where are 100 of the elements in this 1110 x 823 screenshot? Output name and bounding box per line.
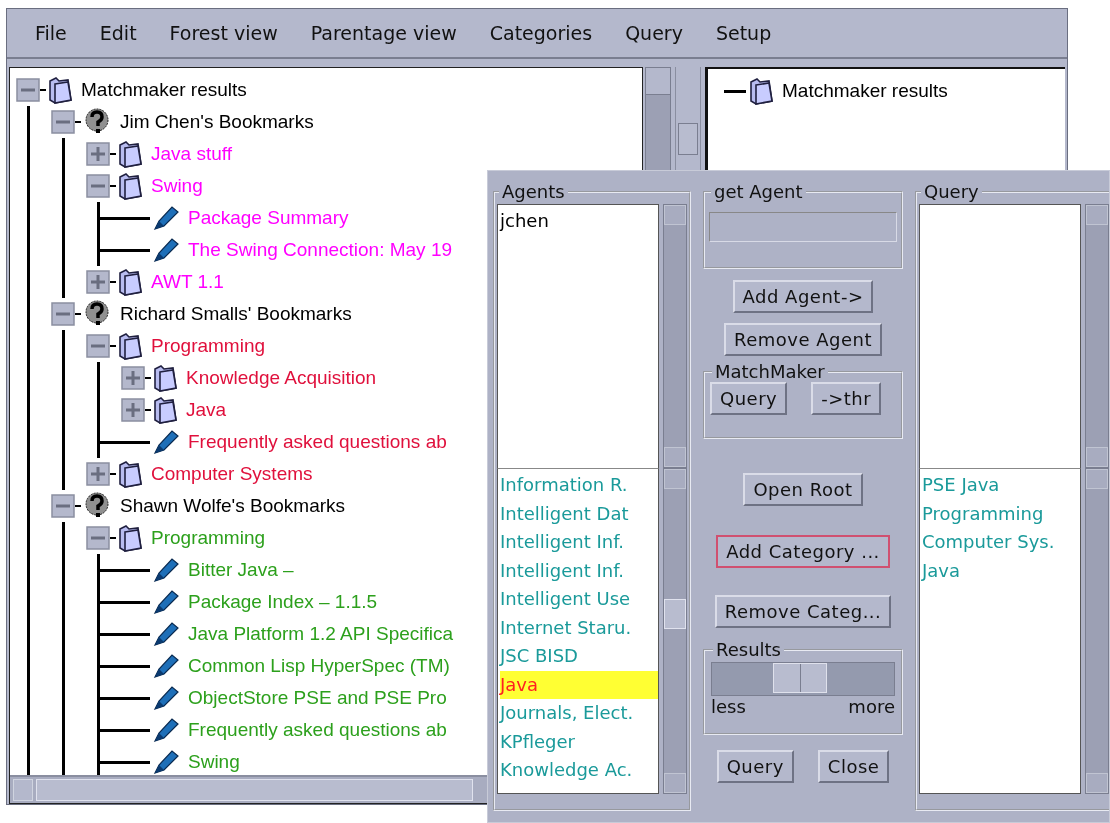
collapse-icon[interactable] (86, 526, 110, 550)
agent-label[interactable]: Jim Chen's Bookmarks (120, 111, 314, 133)
list-item[interactable]: Internet Staru. (500, 613, 658, 642)
menu-item[interactable]: Forest view (161, 22, 295, 44)
bookmark-label[interactable]: Swing (188, 751, 240, 773)
pen-icon (152, 716, 180, 744)
pen-icon (152, 236, 180, 264)
group-title: get Agent (713, 181, 804, 202)
folder-label[interactable]: Programming (151, 527, 266, 549)
menu-item[interactable]: Edit (91, 22, 154, 44)
folder-label[interactable]: AWT 1.1 (151, 271, 224, 293)
pen-icon (152, 588, 180, 616)
list-item[interactable]: KPfleger (500, 727, 658, 756)
list-item[interactable]: Intelligent Dat (500, 499, 658, 528)
query-categories-list[interactable]: PSE Java Programming Computer Sys. Java (919, 468, 1081, 794)
bookmark-label[interactable]: ObjectStore PSE and PSE Pro (188, 687, 447, 709)
folder-label[interactable]: Java (186, 399, 227, 421)
agents-list[interactable]: jchen (497, 204, 659, 468)
expand-icon[interactable] (121, 398, 145, 422)
bookmark-label[interactable]: Package Index – 1.1.5 (188, 591, 378, 613)
vertical-scrollbar[interactable] (1085, 204, 1109, 468)
bookmark-label[interactable]: Bitter Java – (188, 559, 294, 581)
list-item[interactable]: Computer Sys. (922, 528, 1080, 557)
group-title: Query (923, 181, 980, 202)
group-title: Results (715, 639, 782, 660)
pen-icon (152, 748, 180, 775)
collapse-icon[interactable] (51, 494, 75, 518)
folder-icon (117, 268, 143, 296)
bookmark-label[interactable]: The Swing Connection: May 19 (188, 239, 453, 261)
folder-icon (152, 364, 178, 392)
list-item[interactable]: JSC BISD (500, 642, 658, 671)
list-item[interactable]: Java (922, 556, 1080, 585)
bookmark-label[interactable]: Common Lisp HyperSpec (TM) (188, 655, 450, 677)
add-category-button[interactable]: Add Category ... (716, 535, 890, 568)
list-item[interactable]: Java (500, 670, 658, 699)
folder-label[interactable]: Java stuff (151, 143, 232, 165)
pen-icon (152, 652, 180, 680)
group-title: Agents (501, 181, 566, 202)
folder-icon (47, 76, 73, 104)
results-slider[interactable] (711, 662, 895, 696)
expand-icon[interactable] (121, 366, 145, 390)
list-item[interactable]: PSE Java (922, 471, 1080, 500)
collapse-icon[interactable] (16, 78, 40, 102)
agent-input-field[interactable] (709, 212, 897, 242)
vertical-scrollbar[interactable] (663, 468, 687, 794)
collapse-icon[interactable] (51, 110, 75, 134)
folder-label[interactable]: Swing (151, 175, 203, 197)
folder-label[interactable]: Matchmaker results (81, 79, 247, 101)
list-item[interactable]: Intelligent Use (500, 585, 658, 614)
menu-item[interactable]: Query (617, 22, 700, 44)
vertical-scrollbar[interactable] (663, 204, 687, 468)
pen-icon (152, 620, 180, 648)
remove-agent-button[interactable]: Remove Agent (723, 323, 882, 356)
pen-icon (152, 684, 180, 712)
pen-icon (152, 428, 180, 456)
query-button[interactable]: Query (716, 750, 794, 783)
add-agent-button[interactable]: Add Agent-> (732, 280, 874, 313)
folder-label[interactable]: Programming (151, 335, 266, 357)
list-item[interactable]: Intelligent Inf. (500, 556, 658, 585)
collapse-icon[interactable] (51, 302, 75, 326)
list-item[interactable]: Journals, Elect. (500, 699, 658, 728)
expand-icon[interactable] (86, 270, 110, 294)
remove-category-button[interactable]: Remove Categ... (714, 595, 892, 628)
expand-icon[interactable] (86, 462, 110, 486)
collapse-icon[interactable] (86, 334, 110, 358)
folder-icon (748, 77, 774, 105)
bookmark-label[interactable]: Frequently asked questions ab (188, 431, 447, 453)
list-item[interactable]: Knowledge Ac. (500, 756, 658, 785)
collapse-icon[interactable] (86, 174, 110, 198)
menu-item[interactable]: Setup (707, 22, 789, 44)
list-item[interactable]: jchen (500, 207, 658, 236)
vertical-scrollbar[interactable] (1085, 468, 1109, 794)
slider-thumb[interactable] (773, 663, 828, 693)
list-item[interactable]: Information R. (500, 471, 658, 500)
categories-list[interactable]: Information R. Intelligent Dat Intelligent Inf. Intelligent Inf. Intelligent Use Internet Staru. JSC BISD Java Journals, Elect. KPfleger Knowledge Ac. (497, 468, 659, 794)
pen-icon (152, 204, 180, 232)
menu-item[interactable]: Categories (481, 22, 610, 44)
list-item[interactable]: Programming (922, 499, 1080, 528)
list-item[interactable]: Intelligent Inf. (500, 528, 658, 557)
folder-icon (117, 140, 143, 168)
folder-label[interactable]: Computer Systems (151, 463, 313, 485)
open-root-button[interactable]: Open Root (743, 473, 863, 506)
menu-item[interactable]: File (27, 22, 84, 44)
slider-min-label: less (711, 696, 746, 717)
folder-label[interactable]: Knowledge Acquisition (186, 367, 377, 389)
query-button[interactable]: Query (710, 382, 788, 415)
bookmark-label[interactable]: Frequently asked questions ab (188, 719, 447, 741)
folder-icon (117, 524, 143, 552)
menu-item[interactable]: Parentage view (302, 22, 474, 44)
bookmark-label[interactable]: Package Summary (188, 207, 349, 229)
folder-icon (152, 396, 178, 424)
folder-label[interactable]: Matchmaker results (782, 80, 948, 102)
through-button[interactable]: ->thr (811, 382, 882, 415)
folder-icon (117, 172, 143, 200)
close-button[interactable]: Close (817, 750, 890, 783)
bookmark-label[interactable]: Java Platform 1.2 API Specifica (188, 623, 454, 645)
group-title: MatchMaker (714, 363, 826, 382)
expand-icon[interactable] (86, 142, 110, 166)
agent-label[interactable]: Shawn Wolfe's Bookmarks (120, 495, 346, 517)
agent-label[interactable]: Richard Smalls' Bookmarks (120, 303, 352, 325)
